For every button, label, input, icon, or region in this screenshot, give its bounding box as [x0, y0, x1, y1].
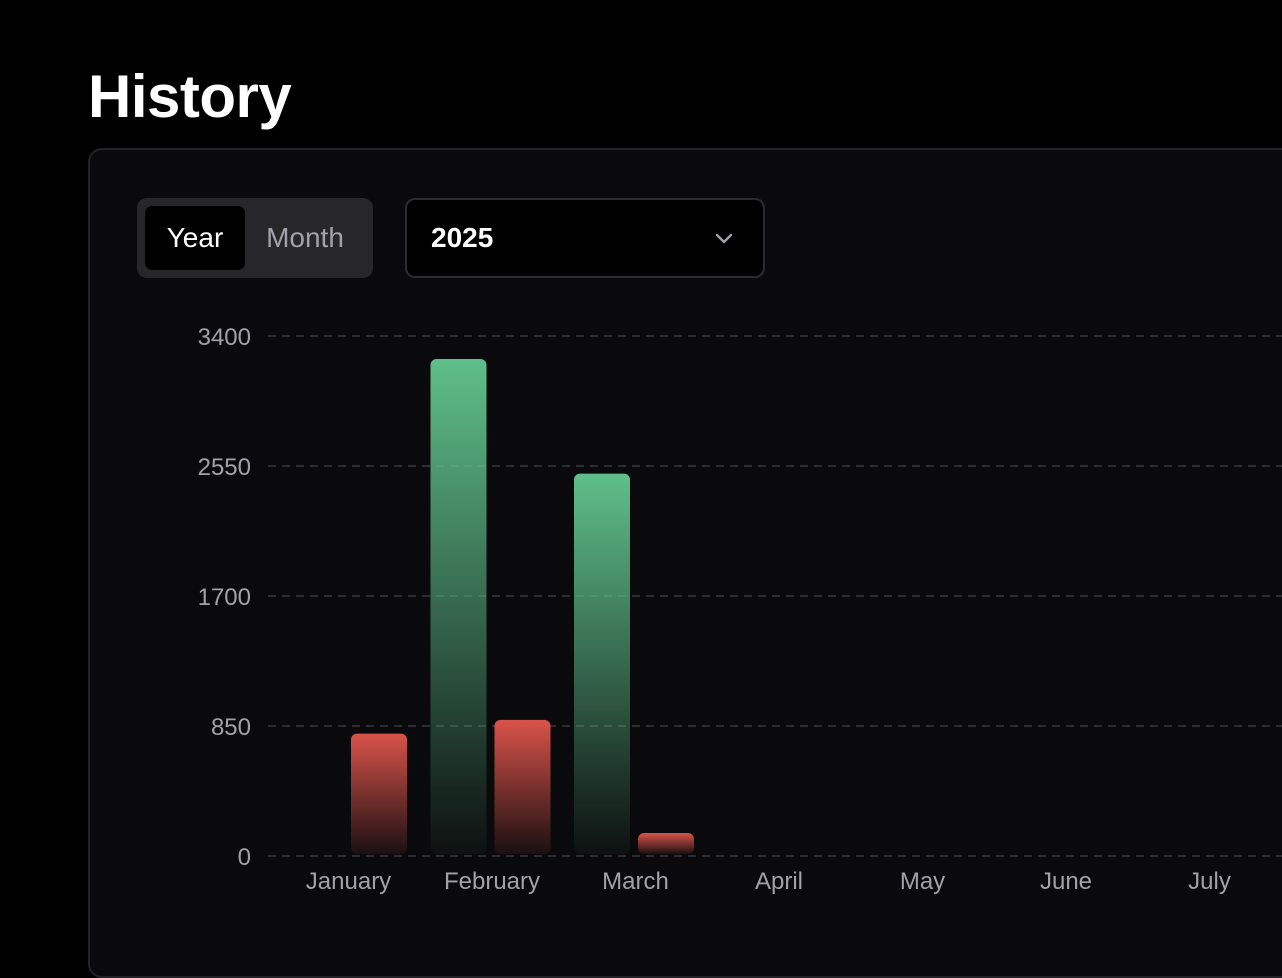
y-tick-label: 3400 — [198, 324, 251, 351]
expense-bar-february[interactable] — [494, 719, 551, 854]
x-tick-label: April — [755, 868, 803, 895]
income-bar-march[interactable] — [574, 473, 630, 854]
x-axis-ticks: January February March April May June July — [306, 868, 1231, 895]
x-tick-label: May — [900, 868, 945, 895]
expense-bar-march[interactable] — [638, 833, 694, 854]
y-tick-label: 850 — [211, 714, 251, 741]
x-tick-label: February — [444, 868, 540, 895]
y-tick-label: 1700 — [198, 584, 251, 611]
y-axis-ticks: 0 850 1700 2550 3400 — [198, 324, 251, 871]
chart-grid — [268, 335, 1282, 857]
history-bar-chart: 0 850 1700 2550 3400 January February March Apr… — [198, 324, 1282, 895]
y-tick-label: 0 — [238, 844, 251, 871]
x-tick-label: March — [602, 868, 669, 895]
income-bar-february[interactable] — [430, 358, 487, 854]
x-tick-label: January — [306, 868, 391, 895]
x-tick-label: June — [1040, 868, 1092, 895]
chart-bars — [351, 358, 694, 854]
y-tick-label: 2550 — [198, 454, 251, 481]
x-tick-label: July — [1188, 868, 1231, 895]
expense-bar-january[interactable] — [351, 733, 407, 854]
